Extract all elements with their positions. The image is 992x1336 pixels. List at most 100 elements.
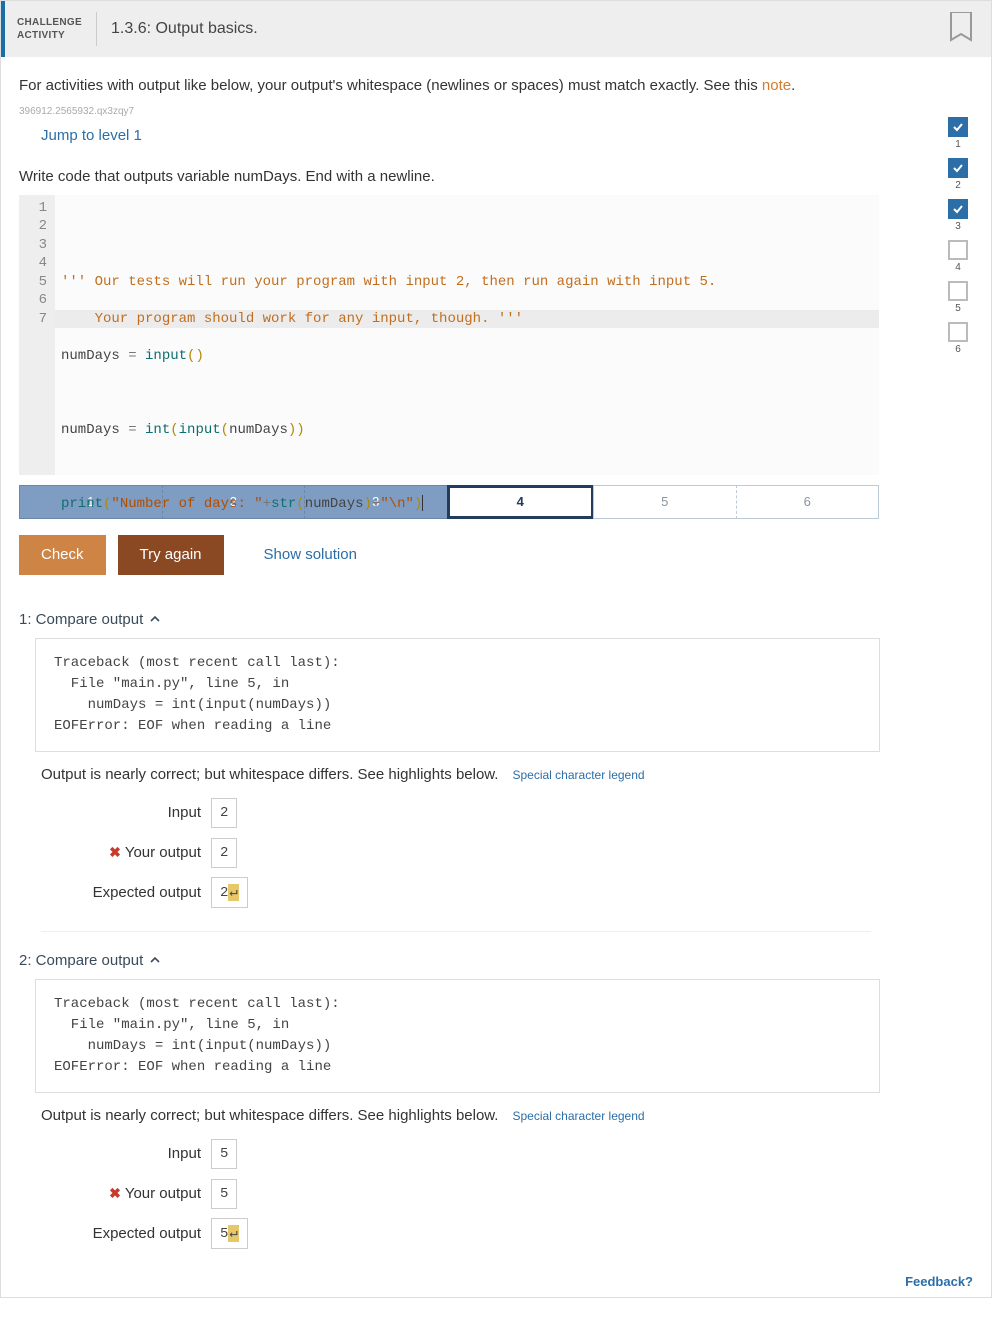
io-grid-1: Input 2 ✖ Your output 2 Expected output … bbox=[41, 793, 973, 913]
session-hash: 396912.2565932.qx3zqy7 bbox=[19, 106, 973, 117]
bookmark-icon[interactable] bbox=[947, 12, 975, 46]
editor-gutter: 1 2 3 4 5 6 7 bbox=[19, 195, 55, 475]
result-title-text: 2: Compare output bbox=[19, 952, 143, 969]
prompt-text: Write code that outputs variable numDays… bbox=[19, 168, 973, 185]
level-num-2: 2 bbox=[955, 180, 961, 191]
io-val-input: 2 bbox=[211, 798, 237, 828]
line-number: 7 bbox=[19, 310, 47, 329]
io-val-your: 2 bbox=[211, 838, 237, 868]
code-token: ( bbox=[296, 496, 304, 512]
x-mark-icon: ✖ bbox=[109, 844, 121, 861]
io-row-your: ✖ Your output 5 bbox=[41, 1174, 973, 1214]
traceback-1: Traceback (most recent call last): File … bbox=[35, 638, 880, 752]
level-num-3: 3 bbox=[955, 221, 961, 232]
code-token: = bbox=[128, 348, 136, 364]
code-token: int bbox=[145, 422, 170, 438]
io-label-expected: Expected output bbox=[41, 884, 201, 901]
whitespace-note-1: Output is nearly correct; but whitespace… bbox=[41, 766, 973, 783]
code-token: ) bbox=[364, 496, 372, 512]
io-label-input: Input bbox=[41, 804, 201, 821]
code-lines: ''' Our tests will run your program with… bbox=[61, 254, 873, 550]
level-box-6[interactable] bbox=[948, 322, 968, 342]
note-link[interactable]: note bbox=[762, 77, 791, 94]
intro-text: For activities with output like below, y… bbox=[19, 75, 973, 98]
divider bbox=[41, 931, 871, 932]
line-number: 5 bbox=[19, 273, 47, 292]
io-label-your: ✖ Your output bbox=[41, 1185, 201, 1202]
level-progress-sidebar: 1 2 3 4 5 6 bbox=[943, 117, 973, 361]
io-row-input: Input 2 bbox=[41, 793, 973, 833]
code-token: Your program should work for any input, … bbox=[61, 311, 523, 327]
result-block-1: 1: Compare output Traceback (most recent… bbox=[19, 611, 973, 932]
code-token bbox=[137, 348, 145, 364]
code-token: str bbox=[271, 496, 296, 512]
special-char-legend-link[interactable]: Special character legend bbox=[512, 768, 644, 782]
special-char-legend-link[interactable]: Special character legend bbox=[512, 1109, 644, 1123]
io-label-expected: Expected output bbox=[41, 1225, 201, 1242]
line-number: 1 bbox=[19, 199, 47, 218]
io-row-input: Input 5 bbox=[41, 1134, 973, 1174]
code-token: = bbox=[128, 422, 136, 438]
activity-header: CHALLENGE ACTIVITY 1.3.6: Output basics. bbox=[1, 1, 991, 57]
io-row-your: ✖ Your output 2 bbox=[41, 833, 973, 873]
traceback-2: Traceback (most recent call last): File … bbox=[35, 979, 880, 1093]
level-box-2[interactable] bbox=[948, 158, 968, 178]
whitespace-note-2: Output is nearly correct; but whitespace… bbox=[41, 1107, 973, 1124]
code-token: numDays bbox=[61, 422, 128, 438]
level-num-1: 1 bbox=[955, 139, 961, 150]
code-token: input bbox=[179, 422, 221, 438]
code-token: input bbox=[145, 348, 187, 364]
code-token: "\n" bbox=[380, 496, 414, 512]
code-token: + bbox=[263, 496, 271, 512]
result-title-2[interactable]: 2: Compare output bbox=[19, 952, 973, 969]
feedback-link[interactable]: Feedback? bbox=[905, 1274, 973, 1289]
highlighted-newline-icon: ↵ bbox=[228, 1225, 238, 1242]
result-title-1[interactable]: 1: Compare output bbox=[19, 611, 973, 628]
activity-content: 1 2 3 4 5 6 For activities with output l… bbox=[1, 57, 991, 1297]
io-label-your: ✖ Your output bbox=[41, 844, 201, 861]
activity-container: CHALLENGE ACTIVITY 1.3.6: Output basics.… bbox=[0, 0, 992, 1298]
level-box-4[interactable] bbox=[948, 240, 968, 260]
your-output-label: Your output bbox=[125, 1185, 201, 1202]
code-token: print bbox=[61, 496, 103, 512]
code-token: ''' Our tests will run your program with… bbox=[61, 274, 716, 290]
result-block-2: 2: Compare output Traceback (most recent… bbox=[19, 952, 973, 1254]
code-token bbox=[137, 422, 145, 438]
io-label-input: Input bbox=[41, 1145, 201, 1162]
code-token: ( bbox=[221, 422, 229, 438]
code-token: numDays bbox=[305, 496, 364, 512]
io-grid-2: Input 5 ✖ Your output 5 Expected output … bbox=[41, 1134, 973, 1254]
io-val-expected: 2↵ bbox=[211, 877, 248, 908]
io-val-input: 5 bbox=[211, 1139, 237, 1169]
whitespace-note-text: Output is nearly correct; but whitespace… bbox=[41, 1107, 498, 1124]
level-num-4: 4 bbox=[955, 262, 961, 273]
level-box-3[interactable] bbox=[948, 199, 968, 219]
jump-to-level-link[interactable]: Jump to level 1 bbox=[41, 127, 142, 144]
level-box-1[interactable] bbox=[948, 117, 968, 137]
code-editor[interactable]: 1 2 3 4 5 6 7 ''' Our tests will run you… bbox=[19, 195, 879, 475]
exp-val-text: 2 bbox=[220, 885, 228, 901]
highlighted-newline-icon: ↵ bbox=[228, 884, 238, 901]
code-token: ) bbox=[195, 348, 203, 364]
whitespace-note-text: Output is nearly correct; but whitespace… bbox=[41, 766, 498, 783]
x-mark-icon: ✖ bbox=[109, 1185, 121, 1202]
line-number: 2 bbox=[19, 217, 47, 236]
result-title-text: 1: Compare output bbox=[19, 611, 143, 628]
line-number: 3 bbox=[19, 236, 47, 255]
exp-val-text: 5 bbox=[220, 1226, 228, 1242]
activity-title: 1.3.6: Output basics. bbox=[97, 20, 947, 38]
intro-before: For activities with output like below, y… bbox=[19, 77, 762, 94]
code-token: "Number of days: " bbox=[111, 496, 262, 512]
level-box-5[interactable] bbox=[948, 281, 968, 301]
chevron-up-icon bbox=[149, 613, 161, 625]
code-token: ) bbox=[296, 422, 304, 438]
code-token: numDays bbox=[229, 422, 288, 438]
line-number: 4 bbox=[19, 254, 47, 273]
level-num-6: 6 bbox=[955, 344, 961, 355]
editor-code-area[interactable]: ''' Our tests will run your program with… bbox=[55, 195, 879, 475]
io-val-your: 5 bbox=[211, 1179, 237, 1209]
level-num-5: 5 bbox=[955, 303, 961, 314]
code-token: ( bbox=[170, 422, 178, 438]
challenge-activity-label: CHALLENGE ACTIVITY bbox=[5, 12, 97, 46]
io-row-expected: Expected output 5↵ bbox=[41, 1214, 973, 1254]
